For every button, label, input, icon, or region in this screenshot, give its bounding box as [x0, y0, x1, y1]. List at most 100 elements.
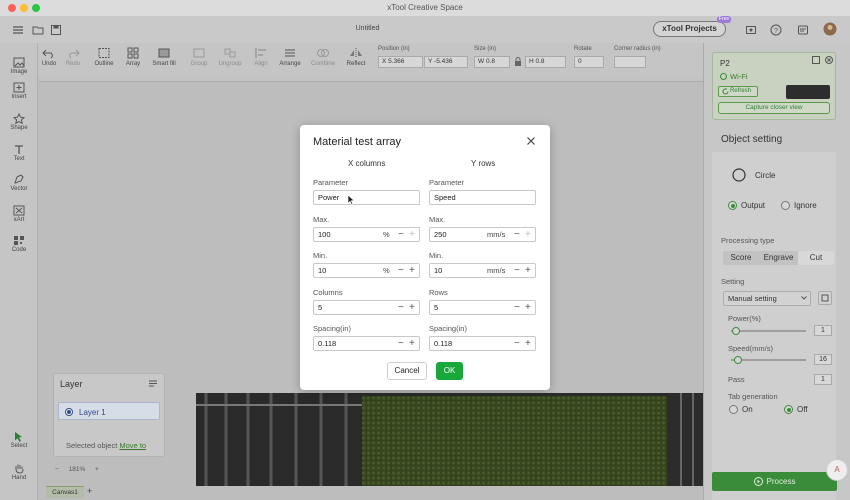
position-y-input[interactable]: Y -5.436 [424, 56, 468, 68]
refresh-button[interactable]: Refresh [718, 86, 758, 97]
layer-item[interactable]: Layer 1 [58, 402, 160, 420]
x-max-increment[interactable]: + [409, 230, 415, 240]
x-max-input[interactable]: 100 % − + [313, 227, 420, 242]
messages-icon[interactable] [797, 24, 809, 36]
x-min-increment[interactable]: + [409, 266, 415, 276]
group-button[interactable]: Group [189, 47, 209, 67]
y-spacing-input[interactable]: 0.118 − + [429, 336, 536, 351]
columns-increment[interactable]: + [409, 303, 415, 313]
xtool-projects-button[interactable]: xTool Projects [653, 21, 726, 37]
rows-input[interactable]: 5 − + [429, 300, 536, 315]
corner-radius-input[interactable] [614, 56, 646, 68]
x-spacing-input[interactable]: 0.118 − + [313, 336, 420, 351]
x-spacing-decrement[interactable]: − [398, 339, 404, 349]
combine-button[interactable]: Combine [309, 47, 337, 67]
device-icon[interactable] [745, 24, 757, 36]
free-badge: Free [717, 16, 731, 23]
position-x-input[interactable]: X 5.366 [378, 56, 423, 68]
output-radio[interactable] [728, 201, 737, 210]
material-library-button[interactable] [818, 291, 832, 305]
zoom-in-button[interactable]: + [95, 466, 99, 473]
ignore-radio[interactable] [781, 201, 790, 210]
rows-increment[interactable]: + [525, 303, 531, 313]
power-input[interactable]: 1 [814, 325, 832, 336]
device-close-icon[interactable] [825, 56, 833, 64]
arrange-button[interactable]: Arrange [277, 47, 303, 67]
redo-button[interactable]: Redo [63, 47, 83, 67]
device-settings-icon[interactable] [812, 56, 820, 64]
process-button[interactable]: Process [712, 472, 837, 491]
sidebar-item-vector[interactable]: Vector [2, 174, 36, 192]
open-folder-icon[interactable] [32, 24, 44, 36]
y-max-decrement[interactable]: − [514, 230, 520, 240]
outline-button[interactable]: Outline [92, 47, 116, 67]
pass-input[interactable]: 1 [814, 374, 832, 385]
play-icon [753, 477, 763, 487]
tab-off-radio[interactable] [784, 405, 793, 414]
align-button[interactable]: Align [251, 47, 271, 67]
x-parameter-select[interactable]: Power [313, 190, 420, 205]
canvas-tab[interactable]: Canvas1 [46, 486, 84, 498]
help-icon[interactable]: ? [770, 24, 782, 36]
sidebar-item-xart[interactable]: xArt [2, 205, 36, 223]
sidebar-item-hand[interactable]: Hand [2, 463, 36, 481]
x-min-input[interactable]: 10 % − + [313, 263, 420, 278]
sidebar-item-shape[interactable]: Shape [2, 113, 36, 131]
lock-ratio-icon[interactable] [514, 57, 522, 67]
x-min-decrement[interactable]: − [398, 266, 404, 276]
user-avatar[interactable] [823, 22, 837, 36]
tab-score[interactable]: Score [723, 251, 759, 265]
reflect-button[interactable]: Reflect [343, 47, 369, 67]
menu-icon[interactable] [12, 24, 24, 36]
sidebar-item-code[interactable]: Code [2, 235, 36, 253]
tab-on-radio[interactable] [729, 405, 738, 414]
columns-decrement[interactable]: − [398, 303, 404, 313]
undo-button[interactable]: Undo [40, 47, 58, 67]
power-slider-track[interactable] [731, 330, 806, 332]
ungroup-button[interactable]: Ungroup [216, 47, 244, 67]
zoom-level[interactable]: 181% [69, 466, 86, 473]
tab-cut[interactable]: Cut [798, 251, 834, 265]
speed-input[interactable]: 16 [814, 354, 832, 365]
speed-slider-track[interactable] [731, 359, 806, 361]
layer-menu-icon[interactable] [148, 379, 158, 388]
ok-button[interactable]: OK [436, 362, 463, 380]
save-icon[interactable] [50, 24, 62, 36]
sidebar-item-image[interactable]: Image [2, 57, 36, 75]
y-spacing-decrement[interactable]: − [514, 339, 520, 349]
sidebar-item-insert[interactable]: Insert [2, 82, 36, 100]
zoom-out-button[interactable]: − [55, 466, 59, 473]
tab-engrave[interactable]: Engrave [760, 251, 797, 265]
x-min-unit: % [383, 266, 390, 275]
move-to-link[interactable]: Move to [119, 441, 146, 450]
x-spacing-increment[interactable]: + [409, 339, 415, 349]
sidebar-item-select[interactable]: Select [2, 431, 36, 449]
size-w-input[interactable]: W 0.8 [474, 56, 510, 68]
ungroup-label: Ungroup [218, 61, 242, 67]
rows-decrement[interactable]: − [514, 303, 520, 313]
array-button[interactable]: Array [123, 47, 143, 67]
y-parameter-select[interactable]: Speed [429, 190, 536, 205]
capture-closer-view-button[interactable]: Capture closer view [718, 102, 830, 114]
y-max-increment[interactable]: + [525, 230, 531, 240]
smart-fill-button[interactable]: Smart fill [150, 47, 178, 67]
x-max-decrement[interactable]: − [398, 230, 404, 240]
document-title[interactable]: Untitled [340, 25, 395, 32]
size-h-input[interactable]: H 0.8 [525, 56, 566, 68]
y-spacing-increment[interactable]: + [525, 339, 531, 349]
sidebar-item-text[interactable]: Text [2, 144, 36, 162]
group-label: Group [190, 61, 208, 67]
setting-select[interactable]: Manual setting [723, 291, 811, 306]
y-min-decrement[interactable]: − [514, 266, 520, 276]
columns-input[interactable]: 5 − + [313, 300, 420, 315]
y-max-input[interactable]: 250 mm/s − + [429, 227, 536, 242]
power-slider-knob[interactable] [731, 327, 740, 335]
add-canvas-button[interactable]: + [87, 486, 92, 496]
assistant-avatar[interactable]: A [826, 459, 848, 481]
y-min-input[interactable]: 10 mm/s − + [429, 263, 536, 278]
rotate-input[interactable]: 0 [574, 56, 604, 68]
cancel-button[interactable]: Cancel [387, 362, 427, 380]
close-icon[interactable] [526, 136, 536, 146]
y-min-increment[interactable]: + [525, 266, 531, 276]
speed-slider-knob[interactable] [733, 356, 742, 364]
